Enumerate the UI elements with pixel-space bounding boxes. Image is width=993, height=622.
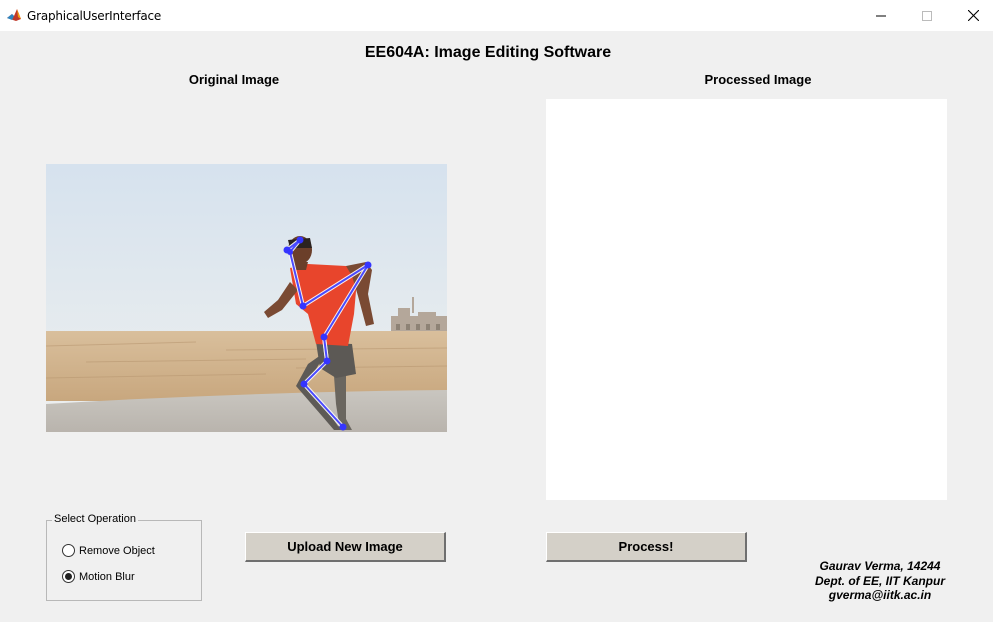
close-button[interactable] [950,0,993,31]
credits-name: Gaurav Verma, 14244 [819,559,941,573]
minimize-icon [876,15,886,16]
window-titlebar: GraphicalUserInterface [0,0,993,31]
credits-department: Dept. of EE, IIT Kanpur [814,573,945,588]
runner-photo [46,164,447,432]
close-icon [967,10,979,21]
author-credits: Gaurav Verma, 14244 Dept. of EE, IIT Kan… [800,559,960,603]
select-operation-group: Select Operation Remove Object Motion Bl… [46,513,202,601]
processed-image-title: Processed Image [704,72,812,87]
original-image [46,164,447,432]
upload-new-image-button[interactable]: Upload New Image [245,532,446,562]
radio-motion-blur-label: Motion Blur [79,570,135,583]
processed-image-axes [546,99,947,500]
app-title: EE604A: Image Editing Software [364,44,612,61]
radio-remove-object-label: Remove Object [79,544,155,557]
process-button[interactable]: Process! [546,532,747,562]
original-image-title: Original Image [188,72,280,87]
radio-unchecked-icon[interactable] [62,544,75,557]
maximize-button[interactable] [904,0,950,31]
minimize-button[interactable] [858,0,904,31]
radio-checked-icon[interactable] [62,570,75,583]
maximize-icon [922,10,932,21]
window-title: GraphicalUserInterface [27,9,162,23]
credits-email: gverma@iitk.ac.in [828,588,932,602]
matlab-icon [6,7,22,23]
radio-motion-blur[interactable]: Motion Blur [62,570,135,583]
radio-remove-object[interactable]: Remove Object [62,544,155,557]
select-operation-label: Select Operation [52,513,138,525]
